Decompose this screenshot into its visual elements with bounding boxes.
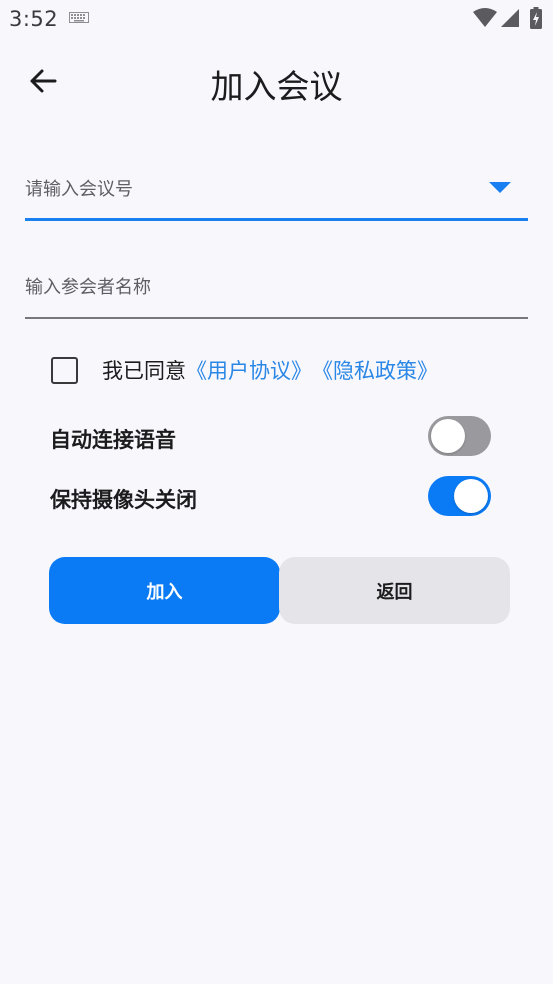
meeting-number-input[interactable]: 请输入会议号 [25, 160, 528, 221]
auto-connect-audio-row: 自动连接语音 [50, 416, 491, 456]
agreement-prefix: 我已同意 [102, 359, 186, 383]
agreement-row: 我已同意 《用户协议》 《隐私政策》 [51, 355, 438, 385]
meeting-number-placeholder: 请输入会议号 [25, 179, 133, 200]
agreement-checkbox[interactable] [51, 356, 78, 384]
wifi-icon [473, 8, 497, 27]
switch-knob [431, 419, 465, 453]
participant-name-input[interactable]: 输入参会者名称 [25, 262, 528, 319]
user-agreement-link[interactable]: 《用户协议》 [186, 355, 312, 385]
keep-camera-off-row: 保持摄像头关闭 [50, 476, 491, 516]
auto-connect-audio-switch[interactable] [428, 416, 491, 456]
keep-camera-off-label: 保持摄像头关闭 [50, 488, 197, 512]
page-title: 加入会议 [210, 67, 343, 106]
join-meeting-screen: 3:52 加入会议 请输入会议号 输入参会者名称 我已同意 《用户协议》 《隐私… [0, 0, 553, 984]
switch-knob [454, 479, 488, 513]
participant-name-placeholder: 输入参会者名称 [25, 277, 151, 298]
status-time: 3:52 [9, 7, 59, 31]
keep-camera-off-switch[interactable] [428, 476, 491, 516]
signal-icon [501, 9, 519, 27]
join-button[interactable]: 加入 [49, 557, 280, 624]
battery-charging-icon [530, 7, 542, 29]
dropdown-triangle-icon[interactable] [489, 182, 511, 193]
privacy-policy-link[interactable]: 《隐私政策》 [312, 355, 438, 385]
keyboard-icon [69, 12, 89, 23]
status-bar: 3:52 [0, 0, 553, 40]
auto-connect-audio-label: 自动连接语音 [50, 428, 176, 452]
back-button[interactable]: 返回 [279, 557, 510, 624]
